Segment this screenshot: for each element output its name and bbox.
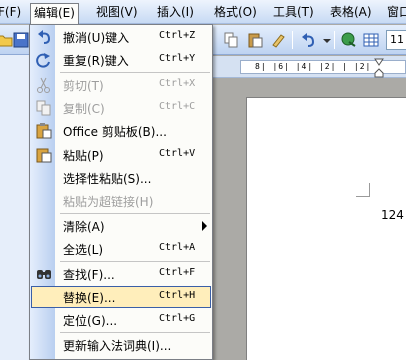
menu-item-shortcut: Ctrl+F	[159, 267, 196, 278]
menu-item-find[interactable]: 查找(F)... Ctrl+F	[31, 263, 211, 285]
undo-toolbar-icon[interactable]	[300, 31, 318, 49]
menu-separator	[60, 261, 210, 262]
toolbar-separator	[334, 31, 335, 49]
indent-marker-icon[interactable]	[374, 57, 384, 79]
table-icon[interactable]	[362, 31, 380, 49]
menu-item-shortcut: Ctrl+X	[159, 78, 196, 89]
page-margin-mark	[356, 183, 370, 197]
menu-item-shortcut: Ctrl+H	[159, 290, 196, 301]
menu-view[interactable]: 视图(V)	[94, 3, 140, 22]
menu-item-paste[interactable]: 粘贴(P) Ctrl+V	[31, 144, 211, 166]
menu-item-shortcut: Ctrl+Y	[159, 53, 196, 64]
edit-menu-dropdown: 撤消(U)键入 Ctrl+Z 重复(R)键入 Ctrl+Y 剪切(T) Ctrl…	[29, 24, 213, 360]
font-size-field[interactable]: 11	[386, 30, 406, 50]
menu-item-shortcut: Ctrl+Z	[159, 30, 196, 41]
menu-item-label: 全选(L)	[63, 243, 104, 257]
menu-item-label: 更新输入法词典(I)...	[63, 339, 172, 353]
menu-item-label: 粘贴为超链接(H)	[63, 195, 154, 209]
menu-item-office-clipboard[interactable]: Office 剪贴板(B)...	[31, 120, 211, 142]
menu-item-clear[interactable]: 清除(A)	[31, 215, 211, 237]
menu-table[interactable]: 表格(A)	[328, 3, 374, 22]
menu-separator	[60, 213, 210, 214]
menu-window[interactable]: 窗口	[385, 3, 406, 22]
menu-bar: F(F) 编辑(E) 视图(V) 插入(I) 格式(O) 工具(T) 表格(A)…	[0, 0, 406, 25]
menu-item-update-ime-dictionary[interactable]: 更新输入法词典(I)...	[31, 334, 211, 356]
toolbar-separator	[292, 31, 293, 49]
menu-item-label: 替换(E)...	[63, 291, 116, 305]
paste-icon	[36, 148, 52, 163]
save-icon[interactable]	[12, 31, 30, 49]
menu-item-paste-as-hyperlink[interactable]: 粘贴为超链接(H)	[31, 190, 211, 212]
copy-toolbar-icon[interactable]	[222, 31, 240, 49]
menu-item-shortcut: Ctrl+C	[159, 101, 196, 112]
menu-item-label: Office 剪贴板(B)...	[63, 125, 167, 139]
menu-item-label: 剪切(T)	[63, 79, 104, 93]
menu-tools[interactable]: 工具(T)	[271, 3, 316, 22]
menu-item-label: 定位(G)...	[63, 314, 118, 328]
menu-item-shortcut: Ctrl+G	[159, 313, 196, 324]
menu-edit[interactable]: 编辑(E)	[30, 3, 79, 25]
undo-icon	[38, 30, 51, 44]
menu-item-copy[interactable]: 复制(C) Ctrl+C	[31, 97, 211, 119]
format-painter-icon[interactable]	[269, 31, 287, 49]
menu-item-paste-special[interactable]: 选择性粘贴(S)...	[31, 167, 211, 189]
menu-separator	[60, 332, 210, 333]
submenu-arrow-icon	[202, 221, 207, 231]
menu-item-label: 撤消(U)键入	[63, 31, 130, 45]
document-text: 124	[381, 208, 404, 222]
paste-toolbar-icon[interactable]	[246, 31, 264, 49]
menu-item-label: 重复(R)键入	[63, 54, 129, 68]
document-page[interactable]	[246, 97, 406, 360]
menu-item-label: 选择性粘贴(S)...	[63, 172, 152, 186]
menu-file[interactable]: F(F)	[0, 3, 23, 22]
redo-icon	[36, 53, 50, 68]
menu-insert[interactable]: 插入(I)	[155, 3, 196, 22]
menu-item-label: 查找(F)...	[63, 268, 115, 282]
menu-item-shortcut: Ctrl+A	[159, 242, 196, 253]
find-icon	[37, 270, 51, 279]
hyperlink-icon[interactable]	[340, 31, 358, 49]
menu-item-label: 清除(A)	[63, 220, 105, 234]
menu-item-undo[interactable]: 撤消(U)键入 Ctrl+Z	[31, 26, 211, 48]
menu-item-select-all[interactable]: 全选(L) Ctrl+A	[31, 238, 211, 260]
cut-icon	[37, 77, 50, 93]
left-panel	[0, 55, 30, 360]
menu-format[interactable]: 格式(O)	[212, 3, 259, 22]
menu-item-replace[interactable]: 替换(E)... Ctrl+H	[31, 286, 211, 308]
clipboard-icon	[36, 123, 52, 139]
menu-item-redo[interactable]: 重复(R)键入 Ctrl+Y	[31, 49, 211, 71]
menu-item-label: 粘贴(P)	[63, 149, 104, 163]
menu-item-shortcut: Ctrl+V	[159, 148, 196, 159]
menu-item-label: 复制(C)	[63, 102, 105, 116]
copy-icon	[36, 100, 51, 116]
menu-item-goto[interactable]: 定位(G)... Ctrl+G	[31, 309, 211, 331]
menu-separator	[60, 72, 210, 73]
menu-item-cut[interactable]: 剪切(T) Ctrl+X	[31, 74, 211, 96]
